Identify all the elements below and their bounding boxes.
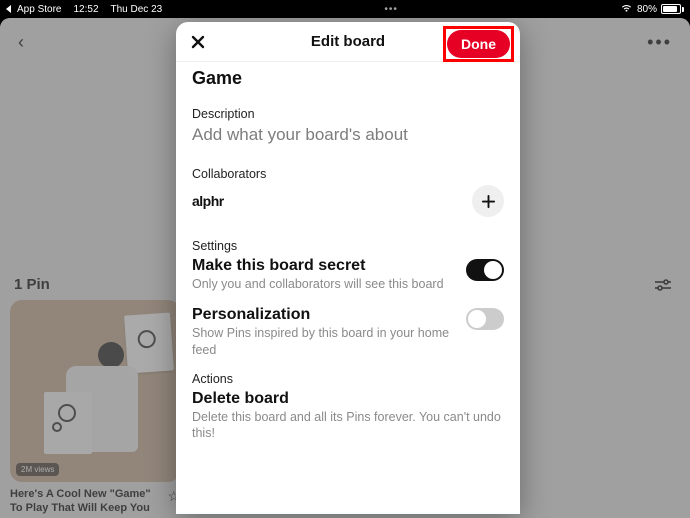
done-button[interactable]: Done bbox=[447, 30, 510, 58]
back-to-app-icon[interactable] bbox=[6, 5, 11, 13]
setting-personalization-sub: Show Pins inspired by this board in your… bbox=[192, 325, 456, 358]
setting-secret-sub: Only you and collaborators will see this… bbox=[192, 276, 456, 292]
battery-percent: 80% bbox=[637, 4, 657, 15]
setting-personalization-row: Personalization Show Pins inspired by th… bbox=[192, 306, 504, 358]
toggle-secret[interactable] bbox=[466, 259, 504, 281]
setting-personalization-title: Personalization bbox=[192, 306, 456, 324]
board-name-field[interactable]: Game bbox=[192, 68, 504, 89]
close-icon[interactable] bbox=[186, 30, 210, 54]
description-input[interactable]: Add what your board's about bbox=[192, 125, 504, 145]
collaborator-user[interactable]: alphr bbox=[192, 193, 224, 209]
done-button-highlight: Done bbox=[443, 26, 514, 62]
settings-label: Settings bbox=[192, 239, 504, 253]
delete-board-sub: Delete this board and all its Pins forev… bbox=[192, 409, 504, 442]
multitask-dots[interactable]: ••• bbox=[162, 4, 620, 15]
collaborators-label: Collaborators bbox=[192, 167, 504, 181]
toggle-personalization[interactable] bbox=[466, 308, 504, 330]
battery-icon bbox=[661, 4, 684, 14]
back-to-app-label[interactable]: App Store bbox=[17, 4, 61, 15]
modal-title: Edit board bbox=[311, 33, 385, 50]
add-collaborator-button[interactable] bbox=[472, 185, 504, 217]
status-bar: App Store 12:52 Thu Dec 23 ••• 80% bbox=[0, 0, 690, 18]
delete-board-title: Delete board bbox=[192, 390, 504, 408]
modal-header: Edit board Done bbox=[176, 22, 520, 62]
setting-secret-row: Make this board secret Only you and coll… bbox=[192, 257, 504, 292]
setting-secret-title: Make this board secret bbox=[192, 257, 456, 275]
description-label: Description bbox=[192, 107, 504, 121]
wifi-icon bbox=[620, 3, 633, 16]
actions-label: Actions bbox=[192, 372, 504, 386]
edit-board-modal: Edit board Done Game Description Add wha… bbox=[176, 22, 520, 514]
status-time: 12:52 bbox=[73, 4, 98, 15]
delete-board-row[interactable]: Delete board Delete this board and all i… bbox=[192, 390, 504, 442]
status-date: Thu Dec 23 bbox=[111, 4, 163, 15]
